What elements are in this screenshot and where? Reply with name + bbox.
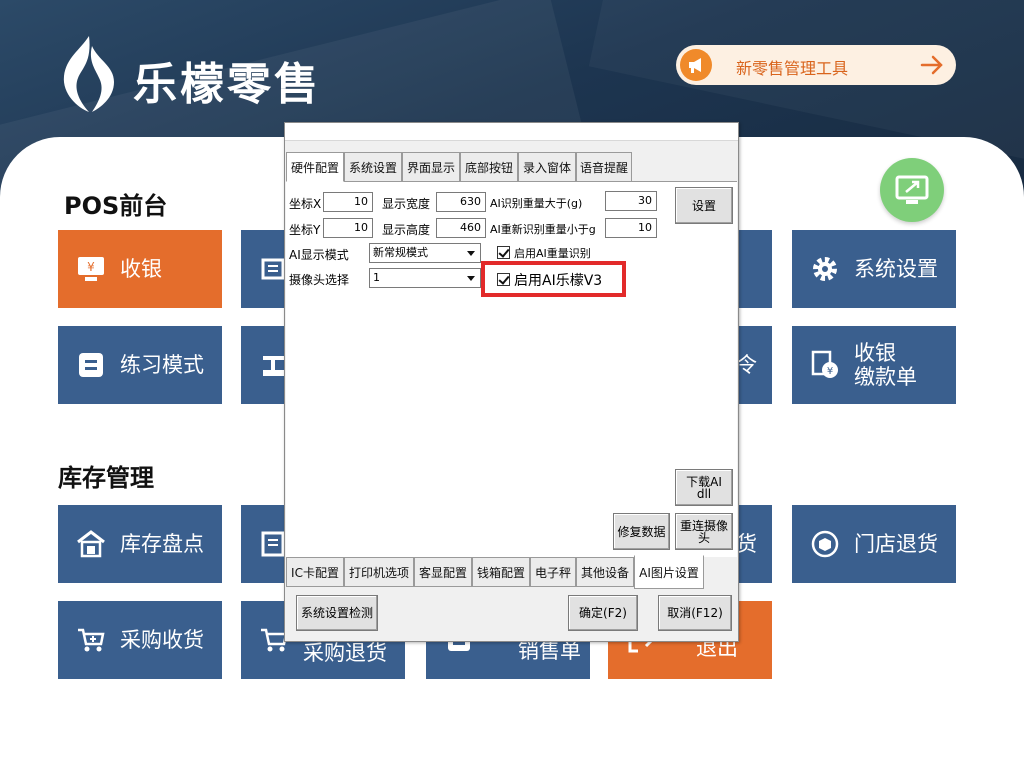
ai-display-mode-value: 新常规模式 xyxy=(373,246,428,259)
chevron-down-icon xyxy=(467,276,475,281)
tile-hidden-2[interactable] xyxy=(736,230,772,308)
tab-printer-options[interactable]: 打印机选项 xyxy=(344,557,414,587)
tab-electronic-scale[interactable]: 电子秤 xyxy=(530,557,576,587)
enable-ai-weight-label: 启用AI重量识别 xyxy=(514,247,591,260)
hardware-config-panel: 坐标X 10 显示宽度 630 AI识别重量大于(g) 30 坐标Y 10 显示… xyxy=(286,181,737,557)
enable-ai-weight-checkbox[interactable] xyxy=(497,246,510,259)
receipt-yen-icon: ¥ xyxy=(810,350,840,380)
chevron-down-icon xyxy=(467,251,475,256)
camera-select[interactable]: 1 xyxy=(369,268,481,288)
reconnect-camera-line1: 重连摄像 xyxy=(679,518,728,533)
tab-other-devices[interactable]: 其他设备 xyxy=(576,557,634,587)
tile-payment-slip-line2: 缴款单 xyxy=(854,365,917,389)
megaphone-icon xyxy=(680,49,712,81)
tab-ic-card-config[interactable]: IC卡配置 xyxy=(286,557,344,587)
download-ai-dll-line1: 下载AI xyxy=(686,474,722,489)
tile-inventory-count[interactable]: 库存盘点 xyxy=(58,505,222,583)
cashier-icon: ¥ xyxy=(76,254,106,284)
list-icon xyxy=(76,350,106,380)
settings-button[interactable]: 设置 xyxy=(675,187,733,224)
tile-partial-huo[interactable]: 货 xyxy=(736,505,772,583)
highlight-annotation-box xyxy=(481,261,626,297)
tile-sales-order-label: 销售单 xyxy=(518,639,581,663)
arrow-right-icon xyxy=(920,54,944,76)
tile-system-settings[interactable]: 系统设置 xyxy=(792,230,956,308)
coord-x-input[interactable]: 10 xyxy=(323,192,373,212)
ai-weight-gt-input[interactable]: 30 xyxy=(605,191,657,211)
tab-voice-reminder[interactable]: 语音提醒 xyxy=(576,152,632,182)
tab-customer-display-config[interactable]: 客显配置 xyxy=(414,557,472,587)
brand-logo-icon xyxy=(58,36,120,112)
download-ai-dll-line2: dll xyxy=(696,486,712,501)
tile-partial-huo-label: 货 xyxy=(736,532,757,556)
promo-text: 新零售管理工具 xyxy=(736,59,849,78)
coord-x-label: 坐标X xyxy=(289,197,322,211)
tab-hardware-config[interactable]: 硬件配置 xyxy=(286,152,344,182)
tile-system-settings-label: 系统设置 xyxy=(854,257,938,281)
reconnect-camera-line2: 头 xyxy=(697,530,710,545)
monitor-icon[interactable] xyxy=(880,158,944,222)
display-width-label: 显示宽度 xyxy=(382,197,431,211)
tab-interface-display[interactable]: 界面显示 xyxy=(402,152,460,182)
tile-partial-ling[interactable]: 令 xyxy=(736,326,772,404)
display-height-input[interactable]: 460 xyxy=(436,218,486,238)
brand-name: 乐檬零售 xyxy=(133,59,321,110)
display-width-input[interactable]: 630 xyxy=(436,192,486,212)
tile-practice-mode[interactable]: 练习模式 xyxy=(58,326,222,404)
ai-reweight-lt-label: AI重新识别重量小于g xyxy=(490,223,596,236)
ai-reweight-lt-input[interactable]: 10 xyxy=(605,218,657,238)
promo-banner-button[interactable]: 新零售管理工具 xyxy=(676,45,956,85)
cart-plus-icon xyxy=(76,625,106,655)
tile-store-return-label: 门店退货 xyxy=(854,532,938,556)
tab-system-settings[interactable]: 系统设置 xyxy=(344,152,402,182)
tile-practice-mode-label: 练习模式 xyxy=(120,353,204,377)
hardware-settings-dialog: 硬件配置 系统设置 界面显示 底部按钮 录入窗体 语音提醒 坐标X 10 显示宽… xyxy=(284,122,739,642)
tab-bottom-buttons[interactable]: 底部按钮 xyxy=(460,152,518,182)
svg-text:¥: ¥ xyxy=(827,366,833,377)
camera-select-label: 摄像头选择 xyxy=(289,273,350,287)
tile-payment-slip-line1: 收银 xyxy=(854,341,896,365)
camera-select-value: 1 xyxy=(373,271,380,284)
tile-cashier[interactable]: ¥ 收银 xyxy=(58,230,222,308)
repair-data-button[interactable]: 修复数据 xyxy=(613,513,670,550)
tile-partial-ling-label: 令 xyxy=(736,353,757,377)
system-settings-check-button[interactable]: 系统设置检测 xyxy=(296,595,378,631)
tile-purchase-receive-label: 采购收货 xyxy=(120,628,204,652)
tile-payment-slip[interactable]: ¥ 收银 缴款单 xyxy=(792,326,956,404)
ai-display-mode-select[interactable]: 新常规模式 xyxy=(369,243,481,263)
tile-purchase-receive[interactable]: 采购收货 xyxy=(58,601,222,679)
tile-cashier-label: 收银 xyxy=(120,257,162,281)
section-title-stock: 库存管理 xyxy=(58,464,154,492)
coord-y-label: 坐标Y xyxy=(289,223,321,237)
dialog-title-bar[interactable] xyxy=(285,123,738,141)
ok-button[interactable]: 确定(F2) xyxy=(568,595,638,631)
warehouse-icon xyxy=(76,529,106,559)
tile-store-return[interactable]: 门店退货 xyxy=(792,505,956,583)
gear-icon xyxy=(810,254,840,284)
svg-text:¥: ¥ xyxy=(87,260,95,274)
section-title-pos: POS前台 xyxy=(64,192,168,220)
ai-display-mode-label: AI显示模式 xyxy=(289,248,349,262)
tile-inventory-count-label: 库存盘点 xyxy=(120,532,204,556)
coord-y-input[interactable]: 10 xyxy=(323,218,373,238)
tab-ai-image-settings[interactable]: AI图片设置 xyxy=(634,555,704,589)
reconnect-camera-button[interactable]: 重连摄像 头 xyxy=(675,513,733,550)
cancel-button[interactable]: 取消(F12) xyxy=(658,595,732,631)
download-ai-dll-button[interactable]: 下载AI dll xyxy=(675,469,733,506)
tab-input-form[interactable]: 录入窗体 xyxy=(518,152,576,182)
tile-purchase-return-label: 采购退货 xyxy=(303,641,387,665)
ai-weight-gt-label: AI识别重量大于(g) xyxy=(490,197,583,210)
tab-cash-drawer-config[interactable]: 钱箱配置 xyxy=(472,557,530,587)
return-box-icon xyxy=(810,529,840,559)
display-height-label: 显示高度 xyxy=(382,223,431,237)
